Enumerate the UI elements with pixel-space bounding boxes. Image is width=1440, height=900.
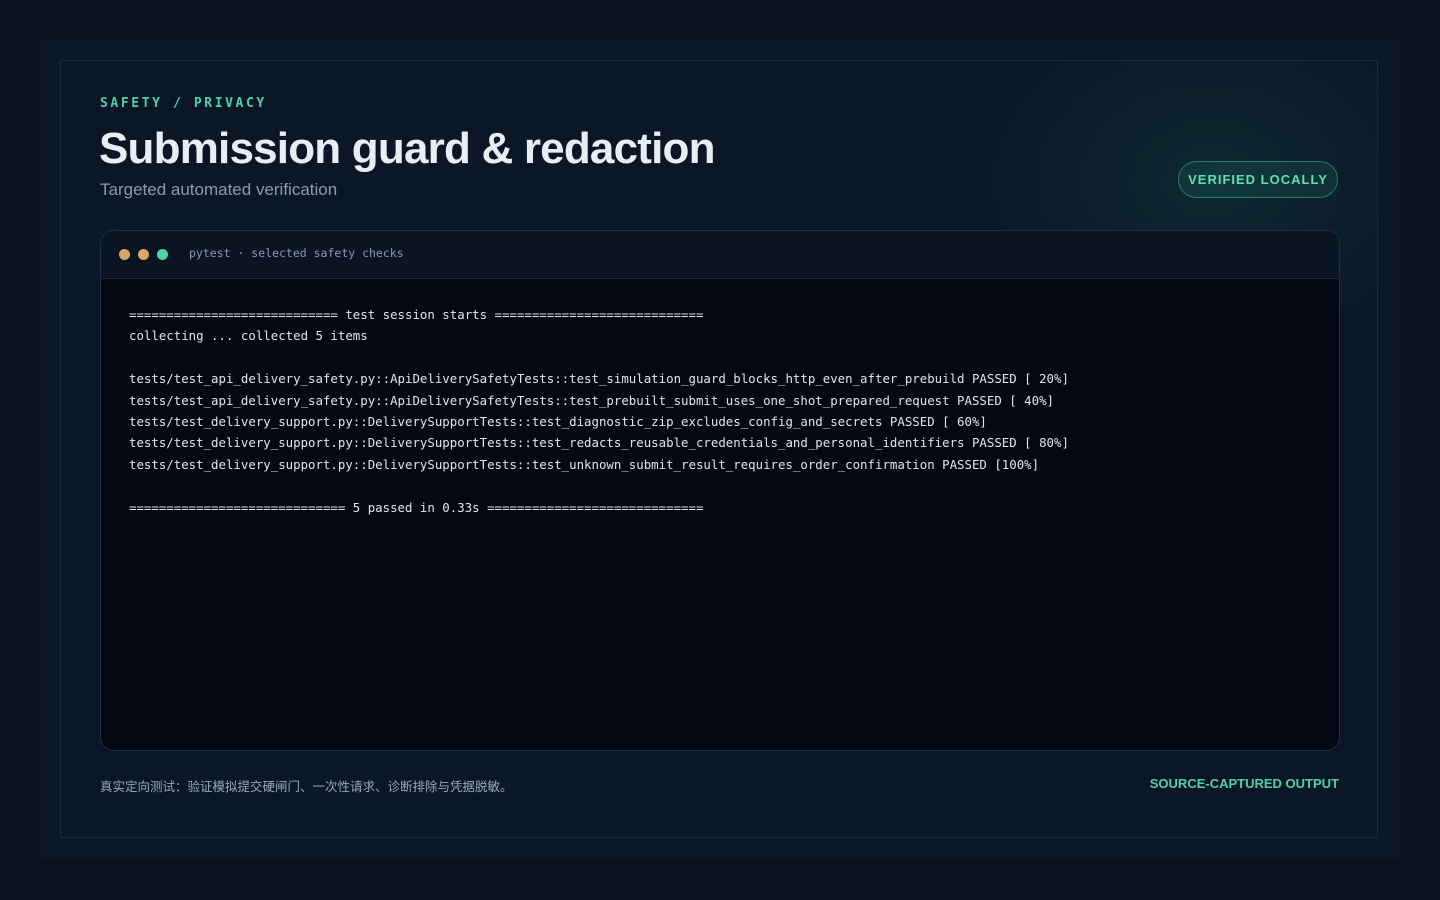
source-captured-tag: SOURCE-CAPTURED OUTPUT (1149, 776, 1339, 791)
terminal-line: tests/test_delivery_support.py::Delivery… (129, 413, 987, 429)
terminal-output: ============================ test sessio… (129, 304, 1069, 518)
page-title: Submission guard & redaction (99, 124, 715, 173)
footer-note: 真实定向测试：验证模拟提交硬闸门、一次性请求、诊断排除与凭据脱敏。 (100, 779, 513, 794)
terminal-line: collecting ... collected 5 items (129, 328, 368, 344)
verified-locally-badge: VERIFIED LOCALLY (1178, 161, 1338, 198)
window-dot-icon (138, 249, 149, 260)
section-eyebrow: SAFETY / PRIVACY (100, 96, 267, 111)
terminal-title: pytest · selected safety checks (189, 246, 404, 260)
page-subtitle: Targeted automated verification (100, 180, 338, 199)
verification-card: SAFETY / PRIVACY Submission guard & reda… (60, 60, 1378, 838)
terminal-line: tests/test_delivery_support.py::Delivery… (129, 456, 1040, 472)
terminal-line: tests/test_delivery_support.py::Delivery… (129, 435, 1069, 451)
window-dot-icon (119, 249, 130, 260)
window-dot-icon (157, 249, 168, 260)
terminal-header: pytest · selected safety checks (101, 231, 1339, 279)
terminal-window: pytest · selected safety checks ========… (100, 230, 1340, 751)
terminal-line: ============================= 5 passed i… (129, 499, 704, 515)
terminal-line: ============================ test sessio… (129, 307, 704, 322)
terminal-line: tests/test_api_delivery_safety.py::ApiDe… (129, 371, 1069, 387)
terminal-line: tests/test_api_delivery_safety.py::ApiDe… (129, 392, 1055, 408)
